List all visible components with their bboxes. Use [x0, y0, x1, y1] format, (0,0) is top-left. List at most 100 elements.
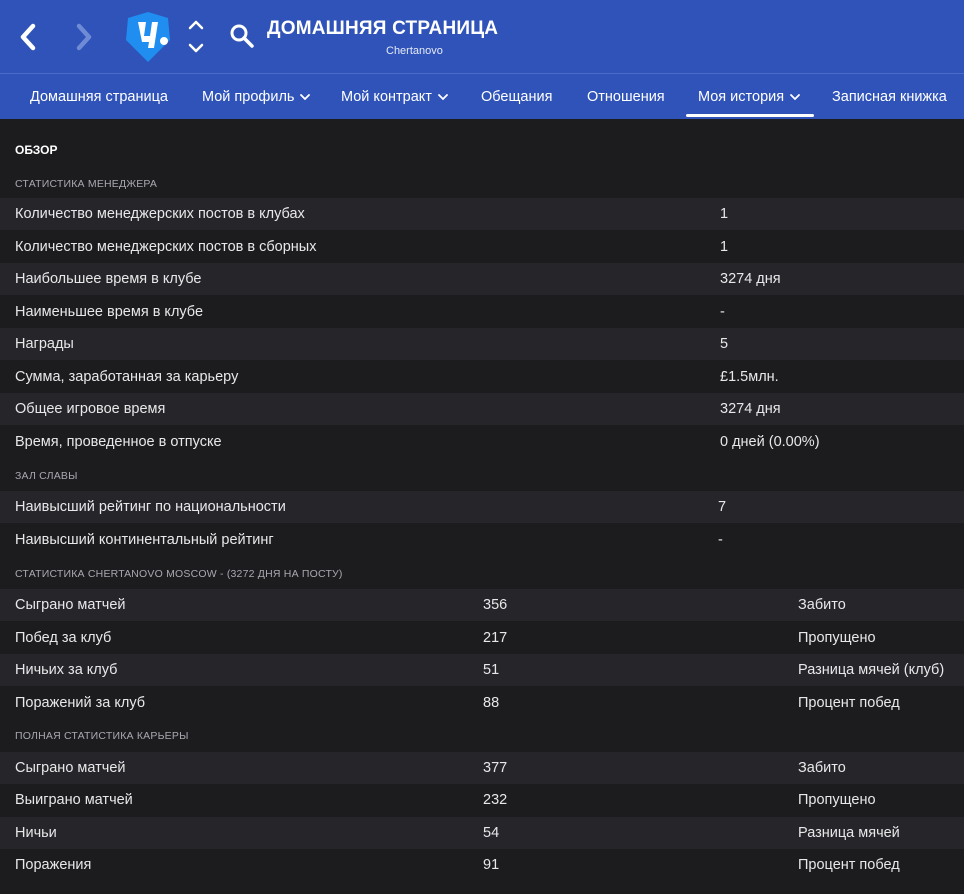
stat-value: 3274 дня — [720, 401, 781, 417]
stat-value: 217 — [483, 630, 508, 646]
stat-row: Наибольшее время в клубе 3274 дня — [0, 263, 964, 295]
stat-label: Общее игровое время — [15, 401, 166, 417]
overview-panel: ОБЗОР СТАТИСТИКА МЕНЕДЖЕРА Количество ме… — [0, 119, 964, 894]
stat-label: Наивысший континентальный рейтинг — [15, 532, 274, 548]
search-icon — [230, 24, 254, 48]
tab-my-contract[interactable]: Мой контракт — [341, 74, 448, 119]
tab-label: Домашняя страница — [30, 88, 168, 105]
stat-label-right: Процент побед — [798, 857, 900, 873]
stat-label: Награды — [15, 336, 74, 352]
stat-label-right: Разница мячей — [798, 825, 900, 841]
stat-label: Поражения — [15, 857, 92, 873]
stat-row: Ничьих за клуб 51 Разница мячей (клуб) — [0, 654, 964, 686]
stat-value: 7 — [718, 499, 727, 515]
stat-value: 54 — [483, 825, 500, 841]
stat-row: Ничьи 54 Разница мячей — [0, 817, 964, 849]
stat-row: Наивысший континентальный рейтинг - — [0, 524, 964, 556]
back-button[interactable] — [14, 18, 42, 56]
active-tab-indicator — [686, 114, 814, 117]
tab-bar: Домашняя страница Мой профиль Мой контра… — [0, 73, 964, 119]
stat-row: Поражения 91 Процент побед — [0, 849, 964, 881]
stat-label: Выиграно матчей — [15, 792, 133, 808]
stat-label-right: Забито — [798, 597, 846, 613]
section-manager-stats: СТАТИСТИКА МЕНЕДЖЕРА — [15, 178, 158, 190]
tab-label: Записная книжка — [832, 88, 947, 105]
page-title: ДОМАШНЯЯ СТРАНИЦА — [267, 18, 499, 39]
stat-label-right: Разница мячей (клуб) — [798, 662, 945, 678]
stat-label-right: Пропущено — [798, 792, 876, 808]
club-logo[interactable] — [120, 10, 176, 64]
stat-value: 51 — [483, 662, 500, 678]
tab-my-profile[interactable]: Мой профиль — [202, 74, 311, 119]
stat-value: 0 дней (0.00%) — [720, 434, 820, 450]
page-subtitle: Chertanovo — [386, 45, 443, 57]
tab-relationships[interactable]: Отношения — [587, 74, 665, 119]
stat-value: 5 — [720, 336, 729, 352]
stat-label-right: Забито — [798, 760, 846, 776]
stat-row: Наивысший рейтинг по национальности 7 — [0, 491, 964, 523]
section-career-stats: ПОЛНАЯ СТАТИСТИКА КАРЬЕРЫ — [15, 730, 189, 742]
search-button[interactable] — [229, 23, 255, 49]
stat-row: Сыграно матчей 377 Забито — [0, 752, 964, 784]
tab-label: Отношения — [587, 88, 665, 105]
stat-label: Ничьих за клуб — [15, 662, 118, 678]
stat-value: 3274 дня — [720, 271, 781, 287]
stat-value: - — [720, 304, 725, 320]
stat-row: Общее игровое время 3274 дня — [0, 393, 964, 425]
chevron-down-icon — [438, 93, 448, 100]
tab-label: Мой контракт — [341, 88, 432, 105]
stat-row: Поражений за клуб 88 Процент побед — [0, 687, 964, 719]
stat-value: £1.5млн. — [720, 369, 779, 385]
tab-promises[interactable]: Обещания — [481, 74, 552, 119]
stat-label: Ничьи — [15, 825, 57, 841]
stat-row: Выиграно матчей 232 Пропущено — [0, 784, 964, 816]
tab-notebook[interactable]: Записная книжка — [832, 74, 947, 119]
stat-label-right: Пропущено — [798, 630, 876, 646]
tab-label: Обещания — [481, 88, 553, 105]
stat-row: Время, проведенное в отпуске 0 дней (0.0… — [0, 426, 964, 458]
stat-label: Количество менеджерских постов в сборных — [15, 239, 317, 255]
stat-value: 1 — [720, 206, 729, 222]
stat-label: Сыграно матчей — [15, 760, 126, 776]
stat-value: - — [718, 532, 723, 548]
stat-value: 91 — [483, 857, 500, 873]
stat-label-right: Процент побед — [798, 695, 900, 711]
tab-my-history[interactable]: Моя история — [698, 74, 800, 119]
stat-label: Побед за клуб — [15, 630, 112, 646]
section-club-stats: СТАТИСТИКА CHERTANOVO MOSCOW - (3272 ДНЯ… — [15, 568, 343, 580]
tab-home[interactable]: Домашняя страница — [30, 74, 168, 119]
tab-label: Моя история — [698, 88, 785, 105]
stat-value: 88 — [483, 695, 500, 711]
chevron-down-icon — [790, 93, 800, 100]
stat-row: Количество менеджерских постов в клубах … — [0, 198, 964, 230]
chevron-down-icon — [300, 93, 311, 100]
stat-label: Количество менеджерских постов в клубах — [15, 206, 305, 222]
stat-value: 356 — [483, 597, 508, 613]
chevron-left-icon — [20, 23, 36, 51]
up-down-chevrons-icon — [188, 20, 204, 53]
stat-label: Наименьшее время в клубе — [15, 304, 204, 320]
stat-label: Время, проведенное в отпуске — [15, 434, 222, 450]
forward-button[interactable] — [70, 18, 98, 56]
chevron-right-icon — [76, 23, 92, 51]
club-logo-icon — [126, 12, 170, 62]
stat-label: Наибольшее время в клубе — [15, 271, 202, 287]
stat-row: Сыграно матчей 356 Забито — [0, 589, 964, 621]
stat-row: Количество менеджерских постов в сборных… — [0, 231, 964, 263]
stat-label: Наивысший рейтинг по национальности — [15, 499, 286, 515]
stat-row: Награды 5 — [0, 328, 964, 360]
stat-row: Побед за клуб 217 Пропущено — [0, 622, 964, 654]
switch-club-button[interactable] — [186, 16, 206, 58]
tab-label: Мой профиль — [202, 88, 295, 105]
stat-label: Сыграно матчей — [15, 597, 126, 613]
stat-row: Наименьшее время в клубе - — [0, 296, 964, 328]
top-bar: ДОМАШНЯЯ СТРАНИЦА Chertanovo — [0, 0, 964, 73]
stat-value: 377 — [483, 760, 508, 776]
stat-row: Сумма, заработанная за карьеру £1.5млн. — [0, 361, 964, 393]
overview-heading: ОБЗОР — [15, 143, 58, 157]
stat-value: 232 — [483, 792, 508, 808]
stat-label: Сумма, заработанная за карьеру — [15, 369, 239, 385]
stat-label: Поражений за клуб — [15, 695, 146, 711]
section-hall-of-fame: ЗАЛ СЛАВЫ — [15, 470, 78, 482]
stat-value: 1 — [720, 239, 729, 255]
